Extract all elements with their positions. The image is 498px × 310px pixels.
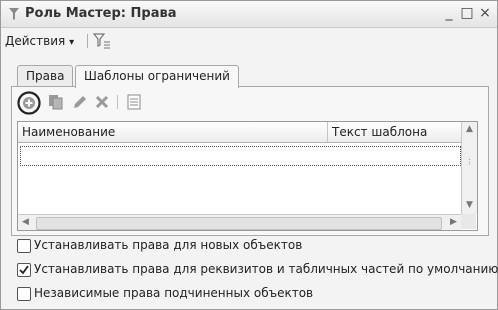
tab-rights[interactable]: Права bbox=[17, 65, 74, 87]
add-icon[interactable] bbox=[17, 91, 41, 115]
maximize-button[interactable]: □ bbox=[459, 5, 475, 21]
settings-list-icon[interactable] bbox=[125, 93, 143, 111]
restriction-templates-table[interactable]: Наименование Текст шаблона ▲ ⋮ ▼ ◀ ▶ bbox=[17, 121, 478, 231]
checkmark-icon bbox=[19, 265, 29, 275]
toolbar-separator bbox=[87, 34, 88, 48]
toolbar-separator bbox=[117, 95, 118, 109]
actions-menu-button[interactable]: Действия ▾ bbox=[5, 34, 74, 48]
scroll-left-icon[interactable]: ◀ bbox=[18, 215, 33, 230]
tab-restriction-templates-label: Шаблоны ограничений bbox=[84, 69, 230, 83]
chevron-down-icon: ▾ bbox=[69, 37, 75, 48]
checkbox-default-attributes[interactable] bbox=[17, 263, 31, 277]
table-row[interactable] bbox=[20, 146, 461, 166]
filter-settings-icon[interactable] bbox=[93, 32, 111, 50]
horizontal-scrollbar[interactable]: ◀ ▶ bbox=[18, 214, 461, 230]
edit-icon[interactable] bbox=[71, 93, 89, 111]
column-divider[interactable] bbox=[327, 122, 328, 142]
scrollbar-corner bbox=[461, 214, 476, 229]
delete-icon[interactable] bbox=[93, 93, 111, 111]
horizontal-scroll-thumb[interactable] bbox=[36, 217, 442, 230]
scroll-up-icon[interactable]: ▲ bbox=[462, 122, 477, 137]
window: Роль Мастер: Права _ □ × Действия ▾ Прав… bbox=[0, 0, 498, 310]
close-button[interactable]: × bbox=[477, 5, 493, 21]
copy-icon[interactable] bbox=[47, 93, 65, 111]
minimize-button[interactable]: _ bbox=[441, 5, 457, 21]
window-title: Роль Мастер: Права bbox=[25, 6, 177, 21]
checkbox-new-objects[interactable] bbox=[17, 239, 31, 253]
scroll-grip-icon: ⋮ bbox=[466, 158, 473, 166]
scroll-down-icon[interactable]: ▼ bbox=[462, 198, 477, 213]
funnel-icon bbox=[9, 8, 19, 20]
column-header-name[interactable]: Наименование bbox=[22, 125, 115, 139]
main-toolbar bbox=[1, 29, 497, 53]
scroll-right-icon[interactable]: ▶ bbox=[446, 215, 461, 230]
table-header: Наименование Текст шаблона bbox=[18, 122, 461, 143]
checkbox-default-attributes-label[interactable]: Устанавливать права для реквизитов и таб… bbox=[34, 262, 498, 276]
checkbox-independent-rights[interactable] bbox=[17, 287, 31, 301]
column-header-template-text[interactable]: Текст шаблона bbox=[332, 125, 427, 139]
checkbox-new-objects-label[interactable]: Устанавливать права для новых объектов bbox=[34, 238, 302, 252]
vertical-scrollbar[interactable]: ▲ ⋮ ▼ bbox=[461, 122, 477, 214]
actions-label: Действия bbox=[5, 34, 66, 48]
tab-restriction-templates[interactable]: Шаблоны ограничений bbox=[75, 65, 239, 88]
title-bar: Роль Мастер: Права _ □ × bbox=[1, 1, 497, 28]
tab-rights-label: Права bbox=[26, 69, 65, 83]
checkbox-independent-rights-label[interactable]: Независимые права подчиненных объектов bbox=[34, 286, 313, 300]
